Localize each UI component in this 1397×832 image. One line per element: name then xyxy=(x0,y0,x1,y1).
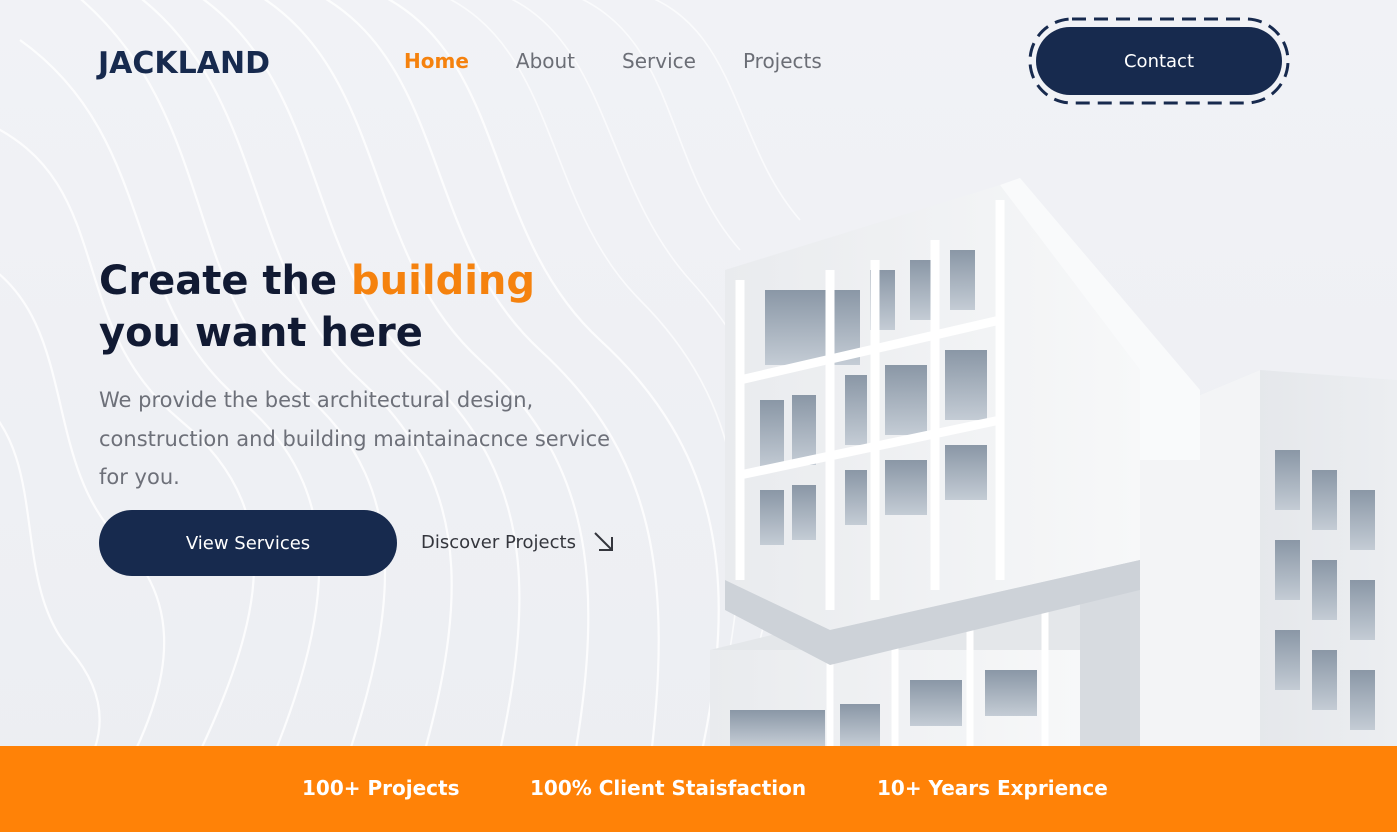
nav-item-service[interactable]: Service xyxy=(622,49,696,73)
stat-client-satisfaction: 100% Client Staisfaction xyxy=(530,776,807,800)
hero-title: Create the building you want here xyxy=(99,255,659,359)
nav-item-home[interactable]: Home xyxy=(404,49,469,73)
page: JACKLAND Home About Service Projects Con… xyxy=(0,0,1397,832)
contact-button-wrapper: Contact xyxy=(1028,17,1290,105)
brand-logo[interactable]: JACKLAND xyxy=(98,46,270,81)
main-nav: Home About Service Projects xyxy=(404,49,869,73)
discover-projects-link[interactable]: Discover Projects xyxy=(421,530,616,554)
hero-description: We provide the best architectural design… xyxy=(99,388,611,489)
stat-projects: 100+ Projects xyxy=(302,776,460,800)
view-services-button[interactable]: View Services xyxy=(99,510,397,576)
arrow-down-right-icon xyxy=(594,532,613,551)
hero-title-part1: Create the xyxy=(99,258,352,304)
hero-building-image xyxy=(710,178,1397,746)
contact-button[interactable]: Contact xyxy=(1036,27,1282,95)
hero-title-part2: you want here xyxy=(99,310,423,356)
stat-years-experience: 10+ Years Exprience xyxy=(877,776,1108,800)
discover-projects-label: Discover Projects xyxy=(421,531,576,553)
hero-title-accent: building xyxy=(351,258,536,304)
nav-item-projects[interactable]: Projects xyxy=(743,49,822,73)
stats-bar: 100+ Projects 100% Client Staisfaction 1… xyxy=(0,746,1397,832)
nav-item-about[interactable]: About xyxy=(516,49,575,73)
